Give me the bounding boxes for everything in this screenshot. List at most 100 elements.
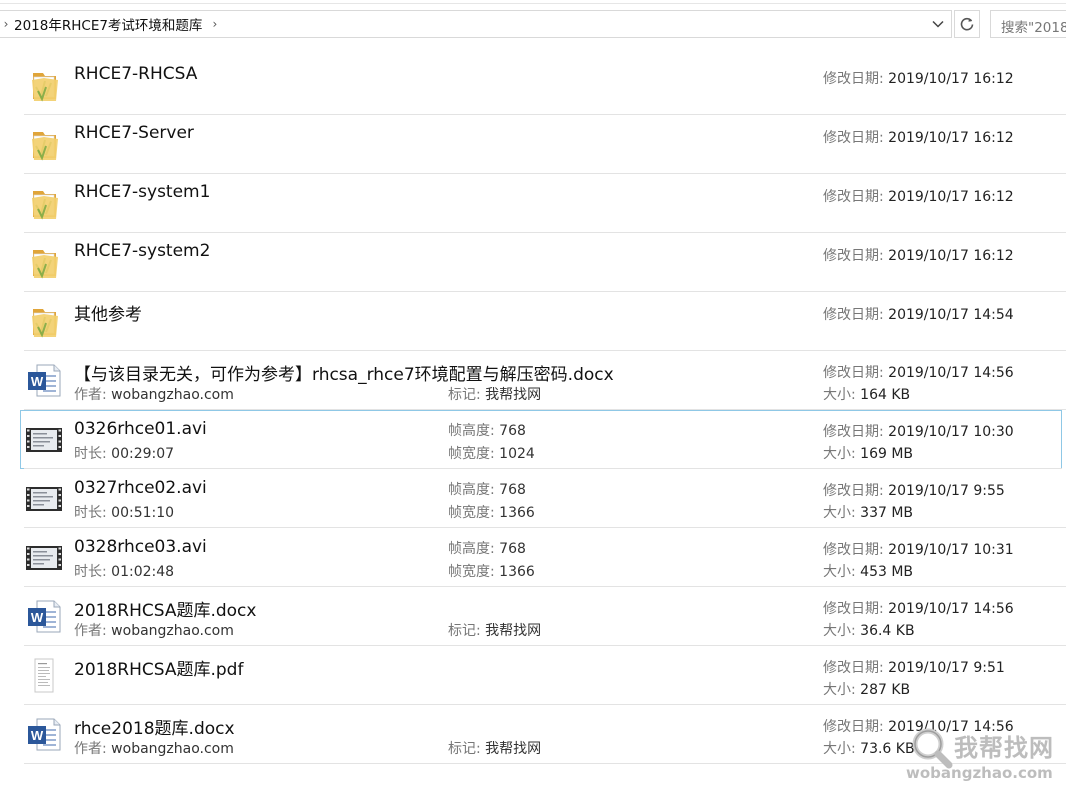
video-duration-value: 01:02:48	[111, 564, 175, 580]
navigation-bar: › 2018年RHCE7考试环境和题库 › 搜索"2018年RHCE7考试环境和…	[0, 0, 1066, 46]
breadcrumb-current-folder[interactable]: 2018年RHCE7考试环境和题库	[14, 14, 202, 34]
file-size: 大小: 73.6 KB	[823, 738, 915, 758]
file-modified-date-value: 2019/10/17 10:31	[888, 542, 1014, 558]
video-file-icon	[24, 478, 64, 518]
video-frame-height: 帧高度: 768	[448, 538, 526, 558]
file-size-label: 大小:	[823, 741, 861, 757]
file-tags-label: 标记:	[448, 623, 486, 639]
file-name[interactable]: 0328rhce03.avi	[74, 537, 207, 557]
file-list: RHCE7-RHCSA 修改日期: 2019/10/17 16:12 RHCE7-S…	[0, 56, 1066, 764]
video-duration: 时长: 00:29:07	[74, 443, 174, 463]
video-duration-value: 00:51:10	[111, 505, 175, 521]
video-frame-width-label: 帧宽度:	[448, 564, 500, 580]
file-modified-date: 修改日期: 2019/10/17 9:55	[823, 480, 1005, 500]
file-list-item[interactable]: W 2018RHCSA题库.docx 作者: wobangzhao.com 标记: 我…	[0, 587, 1066, 646]
file-name[interactable]: 其他参考	[74, 300, 142, 325]
file-modified-date: 修改日期: 2019/10/17 16:12	[823, 245, 1014, 265]
file-list-item[interactable]: RHCE7-system2 修改日期: 2019/10/17 16:12	[0, 233, 1066, 292]
file-modified-date-label: 修改日期:	[823, 660, 889, 676]
folder-icon	[24, 124, 64, 164]
file-modified-date: 修改日期: 2019/10/17 16:12	[823, 127, 1014, 147]
file-modified-date-value: 2019/10/17 16:12	[888, 130, 1014, 146]
file-modified-date-label: 修改日期:	[823, 130, 889, 146]
file-size-value: 164 KB	[860, 387, 911, 403]
file-author-label: 作者:	[74, 623, 112, 639]
chevron-down-icon[interactable]	[931, 16, 945, 30]
file-name[interactable]: 【与该目录无关，可作为参考】rhcsa_rhce7环境配置与解压密码.docx	[74, 360, 614, 385]
refresh-icon	[960, 17, 974, 31]
file-list-item[interactable]: 其他参考 修改日期: 2019/10/17 14:54	[0, 292, 1066, 351]
file-name[interactable]: 0326rhce01.avi	[74, 419, 207, 439]
file-modified-date-value: 2019/10/17 9:51	[888, 660, 1005, 676]
folder-icon	[24, 183, 64, 223]
file-size-label: 大小:	[823, 505, 861, 521]
file-tags: 标记: 我帮找网	[448, 620, 541, 640]
video-frame-height: 帧高度: 768	[448, 479, 526, 499]
file-list-item[interactable]: 2018RHCSA题库.pdf 修改日期: 2019/10/17 9:51 大小: …	[0, 646, 1066, 705]
file-name[interactable]: 2018RHCSA题库.pdf	[74, 655, 243, 680]
file-list-item[interactable]: 0326rhce01.avi 时长: 00:29:07 帧高度: 768 帧宽度: 1…	[20, 410, 1062, 469]
file-modified-date-value: 2019/10/17 14:54	[888, 307, 1014, 323]
video-frame-height-value: 768	[499, 423, 526, 439]
watermark-url-text: wobangzhao.com	[906, 764, 1053, 782]
word-document-icon: W	[24, 360, 64, 400]
file-author-value: wobangzhao.com	[111, 387, 234, 403]
file-tags-value: 我帮找网	[485, 741, 542, 757]
file-size: 大小: 337 MB	[823, 502, 913, 522]
file-size: 大小: 169 MB	[823, 443, 913, 463]
file-author-value: wobangzhao.com	[111, 741, 234, 757]
refresh-button[interactable]	[954, 10, 980, 38]
video-duration-label: 时长:	[74, 446, 112, 462]
file-name[interactable]: RHCE7-system1	[74, 182, 210, 202]
file-size: 大小: 453 MB	[823, 561, 913, 581]
video-frame-width-value: 1366	[499, 505, 535, 521]
file-modified-date-label: 修改日期:	[823, 542, 889, 558]
file-size-label: 大小:	[823, 387, 861, 403]
file-tags-value: 我帮找网	[485, 387, 542, 403]
video-frame-width: 帧宽度: 1366	[448, 502, 535, 522]
file-list-item[interactable]: RHCE7-Server 修改日期: 2019/10/17 16:12	[0, 115, 1066, 174]
file-size: 大小: 287 KB	[823, 679, 910, 699]
video-frame-width-label: 帧宽度:	[448, 446, 500, 462]
file-name[interactable]: RHCE7-Server	[74, 123, 194, 143]
video-file-icon	[24, 419, 64, 459]
file-modified-date: 修改日期: 2019/10/17 14:54	[823, 304, 1014, 324]
file-modified-date-label: 修改日期:	[823, 307, 889, 323]
file-tags: 标记: 我帮找网	[448, 738, 541, 758]
file-list-item[interactable]: W 【与该目录无关，可作为参考】rhcsa_rhce7环境配置与解压密码.docx…	[0, 351, 1066, 410]
file-name[interactable]: rhce2018题库.docx	[74, 714, 235, 739]
file-tags-label: 标记:	[448, 741, 486, 757]
file-modified-date-label: 修改日期:	[823, 601, 889, 617]
file-author: 作者: wobangzhao.com	[74, 620, 234, 640]
video-frame-height-label: 帧高度:	[448, 423, 500, 439]
breadcrumb-separator[interactable]: ›	[212, 17, 217, 31]
address-bar[interactable]: › 2018年RHCE7考试环境和题库 ›	[0, 10, 952, 38]
file-size-value: 36.4 KB	[860, 623, 915, 639]
video-frame-height-label: 帧高度:	[448, 482, 500, 498]
file-modified-date-value: 2019/10/17 16:12	[888, 189, 1014, 205]
file-modified-date-value: 2019/10/17 10:30	[888, 424, 1014, 440]
file-modified-date-label: 修改日期:	[823, 189, 889, 205]
file-size-value: 169 MB	[860, 446, 914, 462]
video-frame-width-label: 帧宽度:	[448, 505, 500, 521]
video-file-icon	[24, 537, 64, 577]
file-author-value: wobangzhao.com	[111, 623, 234, 639]
watermark: 我帮找网 wobangzhao.com	[906, 726, 1066, 790]
file-name[interactable]: 2018RHCSA题库.docx	[74, 596, 256, 621]
file-size-label: 大小:	[823, 446, 861, 462]
video-frame-height-value: 768	[499, 482, 526, 498]
file-name[interactable]: 0327rhce02.avi	[74, 478, 207, 498]
search-input[interactable]: 搜索"2018年RHCE7考试环境和题库"	[990, 10, 1066, 38]
file-list-item[interactable]: 0327rhce02.avi 时长: 00:51:10 帧高度: 768 帧宽度: 1…	[0, 469, 1066, 528]
address-root-chevron[interactable]: ›	[0, 17, 12, 31]
file-list-item[interactable]: 0328rhce03.avi 时长: 01:02:48 帧高度: 768 帧宽度: 1…	[0, 528, 1066, 587]
file-list-item[interactable]: RHCE7-RHCSA 修改日期: 2019/10/17 16:12	[0, 56, 1066, 115]
video-duration: 时长: 01:02:48	[74, 561, 174, 581]
file-name[interactable]: RHCE7-system2	[74, 241, 210, 261]
file-modified-date-label: 修改日期:	[823, 71, 889, 87]
folder-icon	[24, 65, 64, 105]
file-size: 大小: 36.4 KB	[823, 620, 915, 640]
file-modified-date: 修改日期: 2019/10/17 10:31	[823, 539, 1014, 559]
file-name[interactable]: RHCE7-RHCSA	[74, 64, 197, 84]
file-list-item[interactable]: RHCE7-system1 修改日期: 2019/10/17 16:12	[0, 174, 1066, 233]
